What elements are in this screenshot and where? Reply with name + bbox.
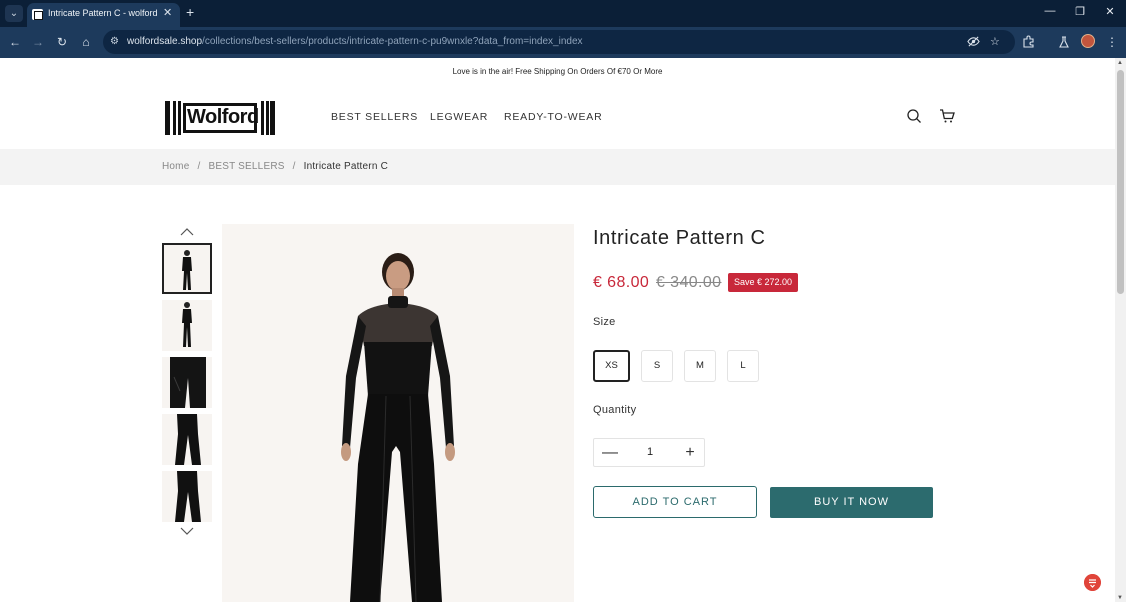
page-scrollbar[interactable]: ▲ ▼ [1115,58,1126,602]
thumbnail-image [182,302,192,347]
thumbnail-image [175,414,201,465]
url-text[interactable]: wolfordsale.shop/collections/best-seller… [127,36,583,47]
bookmark-star-icon[interactable]: ☆ [990,35,1000,48]
wolford-logo[interactable]: Wolford [165,101,275,135]
eye-off-icon[interactable] [967,35,980,48]
profile-avatar[interactable] [1081,34,1095,48]
thumbnail-image [182,250,192,290]
quantity-plus-button[interactable]: + [680,444,700,462]
breadcrumb: Home / BEST SELLERS / Intricate Pattern C [162,161,388,172]
tab-title: Intricate Pattern C - wolford [48,8,158,18]
browser-tab-strip: ⌄ Intricate Pattern C - wolford ✕ + — ❐ … [0,0,1126,27]
save-badge: Save € 272.00 [728,273,799,292]
restore-button[interactable]: ❐ [1070,5,1090,18]
product-thumbnail[interactable] [162,243,212,294]
thumbnail-image [175,471,201,522]
breadcrumb-separator: / [292,161,296,172]
logo-bar [178,101,181,135]
cart-icon[interactable] [939,108,955,124]
thumbnail-up-chevron-icon[interactable] [180,225,194,239]
site-favicon-icon [32,9,43,20]
address-bar[interactable]: ⚙ wolfordsale.shop/collections/best-sell… [103,30,1015,54]
tab-close-icon[interactable]: ✕ [163,6,172,19]
product-thumbnail[interactable] [162,357,212,408]
main-product-image[interactable] [222,224,574,602]
reload-icon[interactable]: ↻ [54,35,70,49]
size-option-l[interactable]: L [727,350,759,382]
scroll-down-arrow-icon[interactable]: ▼ [1117,595,1123,601]
search-icon[interactable] [906,108,922,124]
logo-bar [261,101,264,135]
buy-it-now-button[interactable]: BUY IT NOW [770,487,933,518]
add-to-cart-button[interactable]: ADD TO CART [593,486,757,518]
browser-menu-icon[interactable]: ⋮ [1104,35,1120,49]
size-option-m[interactable]: M [684,350,716,382]
active-tab[interactable]: Intricate Pattern C - wolford ✕ [27,3,180,27]
tab-search-button[interactable]: ⌄ [5,5,23,22]
size-option-s[interactable]: S [641,350,673,382]
size-label: Size [593,316,616,328]
back-arrow-icon[interactable]: ← [7,35,23,49]
thumbnail-down-chevron-icon[interactable] [180,524,194,538]
breadcrumb-separator: / [197,161,201,172]
forward-arrow-icon[interactable]: → [30,35,46,49]
breadcrumb-bar: Home / BEST SELLERS / Intricate Pattern C [0,149,1115,185]
sale-price: € 68.00 [593,274,650,291]
announcement-bar: Love is in the air! Free Shipping On Ord… [452,67,663,76]
breadcrumb-current: Intricate Pattern C [303,161,388,172]
thumbnail-image [170,357,206,408]
quantity-label: Quantity [593,404,637,416]
logo-bar [266,101,269,135]
browser-toolbar: ← → ↻ ⌂ ⚙ wolfordsale.shop/collections/b… [0,27,1126,58]
compare-at-price: € 340.00 [656,274,722,291]
logo-bar [165,101,170,135]
close-window-button[interactable]: ✕ [1100,5,1120,18]
logo-text: Wolford [187,106,259,128]
product-title: Intricate Pattern C [593,227,766,249]
model-figure-image [341,253,455,602]
home-icon[interactable]: ⌂ [78,35,94,49]
site-info-icon[interactable]: ⚙ [110,36,122,48]
product-thumbnail[interactable] [162,414,212,465]
breadcrumb-collection[interactable]: BEST SELLERS [208,161,284,172]
nav-legwear[interactable]: LEGWEAR [430,111,488,123]
size-option-xs[interactable]: XS [593,350,630,382]
labs-flask-icon[interactable] [1056,35,1072,49]
product-thumbnail[interactable] [162,471,212,522]
quantity-stepper: — 1 + [593,438,705,467]
chat-widget-icon[interactable] [1084,574,1101,591]
quantity-input[interactable]: 1 [640,446,660,458]
scroll-up-arrow-icon[interactable]: ▲ [1117,60,1123,66]
extensions-puzzle-icon[interactable] [1021,35,1037,49]
minimize-button[interactable]: — [1040,5,1060,17]
quantity-minus-button[interactable]: — [600,444,620,462]
product-thumbnail[interactable] [162,300,212,351]
nav-best-sellers[interactable]: BEST SELLERS [331,111,418,123]
nav-ready-to-wear[interactable]: READY-TO-WEAR [504,111,603,123]
logo-bar [173,101,176,135]
page-content: Love is in the air! Free Shipping On Ord… [0,58,1115,602]
new-tab-button[interactable]: + [186,4,194,20]
breadcrumb-home[interactable]: Home [162,161,189,172]
logo-bar [270,101,275,135]
scrollbar-thumb[interactable] [1117,70,1124,294]
